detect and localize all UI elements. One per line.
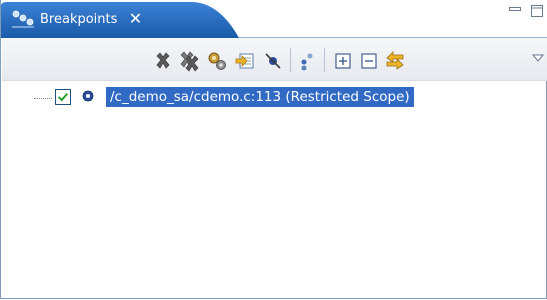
view-toolbar bbox=[2, 38, 547, 81]
skip-all-breakpoints-icon bbox=[265, 53, 281, 69]
collapse-all-icon bbox=[361, 53, 377, 69]
go-to-file-button[interactable] bbox=[234, 50, 256, 72]
remove-all-breakpoints-icon bbox=[180, 51, 199, 72]
tab-label: Breakpoints bbox=[40, 11, 118, 27]
go-to-file-icon bbox=[235, 53, 254, 69]
group-by-button[interactable] bbox=[296, 50, 318, 72]
collapse-all-button[interactable] bbox=[358, 50, 380, 72]
link-with-debug-view-button[interactable] bbox=[384, 50, 406, 72]
gears-icon bbox=[208, 52, 226, 70]
maximize-icon[interactable] bbox=[530, 4, 544, 18]
breakpoint-enabled-checkbox[interactable] bbox=[55, 89, 71, 105]
show-supported-breakpoints-button[interactable] bbox=[206, 50, 228, 72]
breakpoint-row[interactable]: /c_demo_sa/cdemo.c:113 (Restricted Scope… bbox=[2, 86, 547, 108]
check-icon bbox=[58, 92, 68, 102]
group-by-icon bbox=[301, 53, 313, 71]
remove-breakpoint-icon bbox=[156, 52, 170, 69]
toolbar-separator bbox=[290, 48, 291, 72]
tab-breakpoints[interactable]: Breakpoints ✕ bbox=[4, 3, 143, 35]
view-tab-bar: Breakpoints ✕ bbox=[1, 0, 547, 38]
breakpoint-marker-icon bbox=[82, 90, 94, 102]
view-menu-icon[interactable] bbox=[532, 52, 544, 64]
window-controls bbox=[508, 4, 544, 18]
expand-all-button[interactable] bbox=[332, 50, 354, 72]
minimize-icon[interactable] bbox=[508, 4, 522, 18]
remove-breakpoint-button[interactable] bbox=[152, 50, 174, 72]
close-tab-icon[interactable]: ✕ bbox=[127, 11, 143, 27]
link-arrows-icon bbox=[386, 51, 404, 70]
breakpoint-label[interactable]: /c_demo_sa/cdemo.c:113 (Restricted Scope… bbox=[106, 87, 414, 107]
remove-all-breakpoints-button[interactable] bbox=[178, 50, 200, 72]
skip-all-breakpoints-button[interactable] bbox=[262, 50, 284, 72]
toolbar-separator bbox=[324, 48, 325, 72]
tree-connector bbox=[34, 98, 52, 100]
breakpoints-view: Breakpoints ✕ /c_demo_sa/cdemo.c:113 (Re… bbox=[0, 0, 547, 299]
expand-all-icon bbox=[335, 53, 351, 69]
breakpoints-view-icon bbox=[12, 10, 34, 28]
